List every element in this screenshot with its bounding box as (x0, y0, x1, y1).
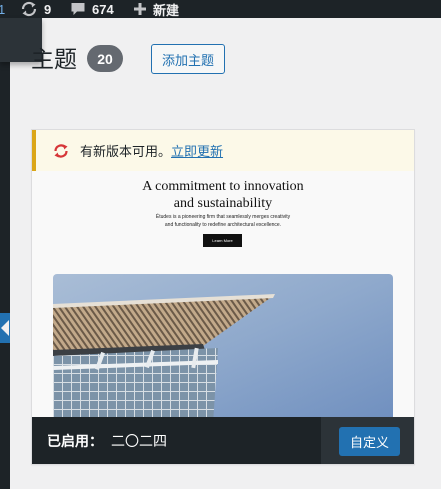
comments-count: 674 (92, 1, 114, 17)
update-notice-text: 有新版本可用。 (80, 144, 172, 159)
update-refresh-icon (52, 142, 70, 160)
page-title: 主题 (31, 46, 77, 72)
updates-count: 9 (44, 1, 52, 17)
admin-bar: 1 9 674 新建 (0, 0, 441, 18)
screenshot-subtitle: Études is a pioneering firm that seamles… (32, 213, 414, 229)
plus-icon (133, 2, 147, 16)
refresh-icon (20, 1, 38, 17)
new-label: 新建 (153, 2, 180, 18)
updates-menu[interactable]: 9 (20, 0, 51, 18)
speech-bubble-icon (70, 1, 86, 17)
active-theme-card[interactable]: 有新版本可用。 立即更新 A commitment to innovation … (31, 129, 415, 465)
screenshot-heading-line1: A commitment to innovation (142, 179, 304, 194)
screenshot-learn-more-button: Learn More (203, 234, 242, 247)
site-name-fragment[interactable]: 1 (0, 0, 6, 18)
screenshot-subtitle-line1: Études is a pioneering firm that seamles… (155, 214, 291, 220)
comments-menu[interactable]: 674 (70, 0, 114, 18)
active-label: 已启用： (47, 433, 103, 449)
screenshot-heading: A commitment to innovation and sustainab… (32, 178, 414, 212)
active-theme-name: 二〇二四 (111, 433, 167, 449)
theme-screenshot[interactable]: A commitment to innovation and sustainab… (32, 171, 414, 418)
admin-sidebar (0, 18, 10, 489)
theme-name-bar: 已启用： 二〇二四 自定义 (32, 417, 414, 464)
theme-count-badge: 20 (87, 45, 123, 72)
new-content-menu[interactable]: 新建 (133, 0, 179, 18)
current-menu-arrow (0, 313, 10, 343)
architecture-photo (53, 274, 393, 418)
add-theme-button[interactable]: 添加主题 (151, 44, 225, 74)
update-notice: 有新版本可用。 立即更新 (32, 130, 414, 171)
update-now-link[interactable]: 立即更新 (171, 141, 223, 160)
screenshot-heading-line2: and sustainability (173, 196, 273, 211)
screenshot-subtitle-line2: and functionality to redefine architectu… (164, 222, 282, 228)
customize-button[interactable]: 自定义 (339, 427, 400, 456)
